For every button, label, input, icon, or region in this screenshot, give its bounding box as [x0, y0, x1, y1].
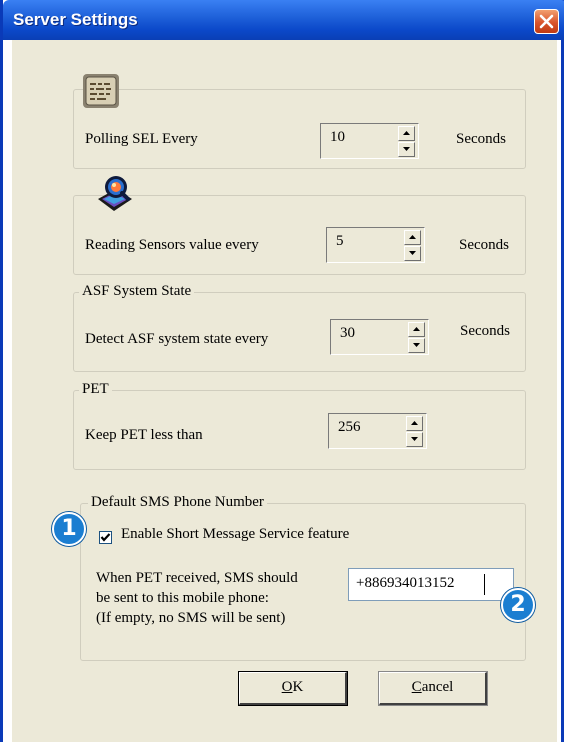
polling-label: Polling SEL Every: [85, 131, 198, 147]
asf-unit: Seconds: [460, 323, 510, 339]
arrow-down-icon: [411, 437, 418, 441]
window-title: Server Settings: [13, 10, 138, 29]
sensors-label: Reading Sensors value every: [85, 237, 259, 253]
ok-button[interactable]: OK: [238, 671, 348, 706]
sensors-value: 5: [336, 233, 344, 249]
polling-down-button[interactable]: [398, 142, 415, 157]
sensors-up-button[interactable]: [404, 230, 421, 245]
arrow-down-icon: [413, 343, 420, 347]
polling-up-button[interactable]: [398, 126, 415, 141]
text-caret: [484, 574, 485, 595]
cancel-button-accel: C: [411, 679, 422, 695]
ok-button-accel: O: [281, 679, 293, 695]
server-settings-window: Server Settings Polling SEL Every 10 Sec…: [0, 0, 564, 742]
close-button[interactable]: [534, 9, 559, 34]
sensors-unit: Seconds: [459, 237, 509, 253]
ok-button-label: K: [292, 679, 304, 695]
polling-group: [73, 89, 526, 169]
asf-value: 30: [340, 325, 355, 341]
dialog-body: Polling SEL Every 10 Seconds Reading Sen…: [12, 40, 557, 742]
polling-unit: Seconds: [456, 131, 506, 147]
arrow-down-icon: [409, 251, 416, 255]
asf-legend: ASF System State: [79, 283, 195, 300]
title-bar[interactable]: Server Settings: [3, 0, 564, 40]
pet-label: Keep PET less than: [85, 427, 203, 443]
sms-desc-line-2: be sent to this mobile phone:: [96, 590, 269, 606]
sms-desc-line-1: When PET received, SMS should: [96, 570, 298, 586]
asf-up-button[interactable]: [408, 322, 425, 337]
sensors-spinner[interactable]: 5: [326, 227, 425, 263]
arrow-down-icon: [403, 147, 410, 151]
sms-enable-label[interactable]: Enable Short Message Service feature: [121, 526, 349, 543]
arrow-up-icon: [409, 235, 416, 239]
sms-phone-input[interactable]: +886934013152: [348, 568, 514, 601]
pet-up-button[interactable]: [406, 416, 423, 431]
arrow-up-icon: [413, 327, 420, 331]
event-log-icon: [82, 73, 120, 109]
polling-spinner[interactable]: 10: [320, 123, 419, 159]
callout-1: 1: [52, 512, 86, 546]
checkmark-icon: [100, 533, 111, 542]
sms-enable-checkbox[interactable]: [99, 531, 112, 544]
pet-down-button[interactable]: [406, 432, 423, 447]
sms-legend: Default SMS Phone Number: [88, 494, 267, 511]
polling-value: 10: [330, 129, 345, 145]
cancel-button[interactable]: Cancel: [378, 671, 488, 706]
pet-spinner[interactable]: 256: [328, 413, 427, 449]
sensor-reading-icon: [94, 173, 136, 215]
pet-legend: PET: [79, 381, 112, 398]
sms-desc-line-3: (If empty, no SMS will be sent): [96, 610, 286, 626]
arrow-up-icon: [411, 421, 418, 425]
sms-phone-value: +886934013152: [356, 575, 455, 591]
pet-value: 256: [338, 419, 361, 435]
sensors-down-button[interactable]: [404, 246, 421, 261]
callout-2: 2: [501, 588, 535, 622]
asf-spinner[interactable]: 30: [330, 319, 429, 355]
asf-down-button[interactable]: [408, 338, 425, 353]
cancel-button-label: ancel: [421, 679, 454, 695]
arrow-up-icon: [403, 131, 410, 135]
close-icon: [539, 14, 554, 29]
asf-label: Detect ASF system state every: [85, 331, 269, 347]
sensors-group: [73, 195, 526, 275]
